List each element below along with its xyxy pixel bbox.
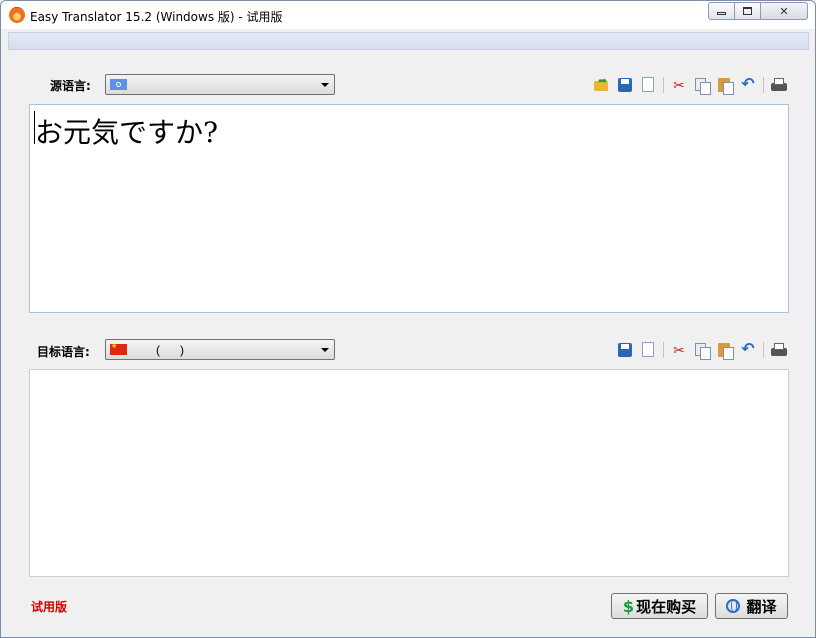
paste-icon[interactable] xyxy=(716,341,734,360)
source-text: お元気ですか? xyxy=(35,116,219,149)
new-icon[interactable] xyxy=(639,341,657,359)
maximize-icon xyxy=(743,7,752,15)
minimize-icon xyxy=(717,12,726,15)
title-bar[interactable]: Easy Translator 15.2 (Windows 版) - 试用版 ✕ xyxy=(1,1,815,29)
un-flag-icon xyxy=(110,79,127,90)
translate-button[interactable]: 翻译 xyxy=(715,593,788,619)
open-icon[interactable] xyxy=(593,72,611,94)
copy-icon[interactable] xyxy=(693,341,711,360)
globe-icon xyxy=(726,599,741,613)
save-icon[interactable] xyxy=(616,341,634,359)
target-language-value: ( ) xyxy=(156,343,184,357)
target-language-select[interactable]: ( ) xyxy=(105,339,335,360)
target-language-label: 目标语言: xyxy=(37,345,90,359)
source-toolbar: ✂ ↶ xyxy=(593,72,793,95)
source-language-select[interactable] xyxy=(105,74,335,95)
toolbar-separator xyxy=(663,342,664,358)
toolbar-separator xyxy=(663,77,664,93)
maximize-button[interactable] xyxy=(734,2,761,20)
translate-label: 翻译 xyxy=(746,597,777,616)
buy-now-button[interactable]: $ 现在购买 xyxy=(611,593,708,619)
save-icon[interactable] xyxy=(616,76,634,94)
target-toolbar: ✂ ↶ xyxy=(616,341,793,360)
app-window: Easy Translator 15.2 (Windows 版) - 试用版 ✕… xyxy=(0,0,816,638)
close-icon: ✕ xyxy=(779,5,789,18)
undo-icon[interactable]: ↶ xyxy=(739,76,757,94)
toolbar-separator xyxy=(763,342,764,358)
source-text-area[interactable]: お元気ですか? xyxy=(29,104,789,313)
toolbar-strip xyxy=(8,32,809,50)
dollar-icon: $ xyxy=(622,596,635,616)
toolbar-separator xyxy=(763,77,764,93)
buy-now-label: 现在购买 xyxy=(636,597,697,616)
undo-icon[interactable]: ↶ xyxy=(739,341,757,359)
chevron-down-icon xyxy=(321,348,329,352)
minimize-button[interactable] xyxy=(708,2,735,20)
app-icon xyxy=(9,7,25,23)
print-icon[interactable] xyxy=(770,341,788,359)
paste-icon[interactable] xyxy=(716,76,734,95)
print-icon[interactable] xyxy=(770,76,788,94)
window-title: Easy Translator 15.2 (Windows 版) - 试用版 xyxy=(30,10,283,24)
chevron-down-icon xyxy=(321,83,329,87)
target-text-area[interactable] xyxy=(29,369,789,577)
china-flag-icon xyxy=(110,342,127,355)
new-icon[interactable] xyxy=(639,76,657,94)
copy-icon[interactable] xyxy=(693,76,711,95)
close-button[interactable]: ✕ xyxy=(760,2,808,20)
source-language-label: 源语言: xyxy=(50,79,91,93)
cut-icon[interactable]: ✂ xyxy=(670,341,688,359)
cut-icon[interactable]: ✂ xyxy=(670,76,688,94)
trial-label: 试用版 xyxy=(31,600,68,614)
